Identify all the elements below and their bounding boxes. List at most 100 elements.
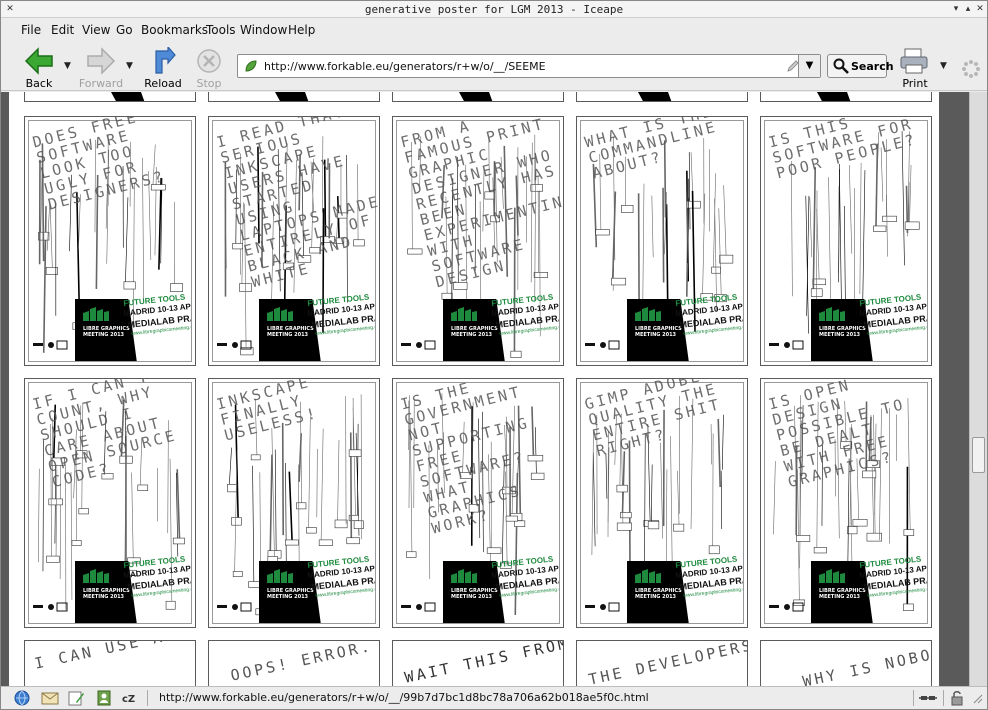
lgm-green-logo-icon <box>267 569 293 583</box>
poster-box <box>318 539 333 546</box>
poster-box <box>620 512 632 519</box>
poster-box <box>847 526 858 535</box>
poster-box <box>353 520 364 529</box>
poster-line <box>805 195 809 334</box>
poster-thumb-cut-top[interactable] <box>208 92 380 102</box>
poster-box <box>172 537 185 545</box>
poster-box <box>647 520 660 530</box>
poster-gallery: LIBRE GRAPHICS MEETING 2013 FUTURE TOOLS M… <box>9 92 939 686</box>
back-arrow-icon <box>24 47 53 75</box>
menu-view[interactable]: View <box>82 23 110 37</box>
poster-thumb[interactable]: LIBRE GRAPHICS MEETING 2013 FUTURE TOOLS M… <box>208 378 380 628</box>
stop-button[interactable]: Stop <box>185 47 233 90</box>
irc-chat-icon[interactable]: cZ <box>121 690 139 706</box>
mail-icon[interactable] <box>41 690 59 706</box>
poster-box <box>231 517 242 526</box>
poster-thumb[interactable]: LIBRE GRAPHICS MEETING 2013 FUTURE TOOLS M… <box>392 116 564 366</box>
poster-box <box>232 571 243 577</box>
back-button[interactable]: Back <box>15 47 63 90</box>
poster-thumb-cut-top[interactable] <box>24 92 196 102</box>
poster-line <box>234 449 238 576</box>
menu-tools[interactable]: Tools <box>206 23 236 37</box>
poster-line <box>809 197 813 258</box>
search-button[interactable]: Search <box>827 54 894 78</box>
menu-file[interactable]: File <box>21 23 41 37</box>
poster-thumb[interactable]: LIBRE GRAPHICS MEETING 2013 FUTURE TOOLS M… <box>760 116 932 366</box>
back-history-dropdown-icon[interactable]: ▼ <box>64 61 74 71</box>
poster-thumb-cut-top[interactable] <box>392 92 564 102</box>
poster-thumb[interactable]: LIBRE GRAPHICS MEETING 2013 FUTURE TOOLS M… <box>392 378 564 628</box>
poster-thumb[interactable]: LIBRE GRAPHICS MEETING 2013 FUTURE TOOLS M… <box>760 378 932 628</box>
poster-box <box>334 519 348 529</box>
poster-line <box>288 471 293 544</box>
poster-box <box>673 523 685 532</box>
minimize-icon[interactable]: ▾ <box>951 4 961 14</box>
poster-thumb-cut-top[interactable] <box>760 92 932 102</box>
poster-line <box>349 432 353 542</box>
poster-box <box>285 539 299 546</box>
maximize-icon[interactable]: ▴ <box>963 4 973 14</box>
poster-thumb-cut-top[interactable] <box>576 92 748 102</box>
poster-thumb[interactable]: LIBRE GRAPHICS MEETING 2013 FUTURE TOOLS M… <box>576 116 748 366</box>
poster-slogan: OOPS! ERROR. <box>229 640 374 685</box>
close-icon[interactable]: ✕ <box>975 4 985 14</box>
reload-button[interactable]: Reload <box>139 47 187 90</box>
poster-line <box>720 470 723 530</box>
resize-grip-icon[interactable] <box>969 690 983 706</box>
forward-history-dropdown-icon[interactable]: ▼ <box>126 61 136 71</box>
poster-thumb[interactable]: LIBRE GRAPHICS MEETING 2013 FUTURE TOOLS M… <box>24 378 196 628</box>
forward-button[interactable]: Forward <box>77 47 125 90</box>
lgm-green-logo-icon <box>267 307 293 321</box>
poster-line <box>42 206 47 353</box>
poster-slogan: THE DEVELOPERS <box>587 640 748 686</box>
poster-line <box>228 447 232 489</box>
menu-help[interactable]: Help <box>288 23 315 37</box>
url-history-dropdown-icon[interactable]: ▼ <box>798 55 820 77</box>
security-lock-icon[interactable] <box>949 690 967 706</box>
menu-bookmarks[interactable]: Bookmarks <box>141 23 208 37</box>
address-book-icon[interactable] <box>95 690 113 706</box>
vertical-scrollbar[interactable] <box>969 92 987 686</box>
poster-line <box>605 453 608 499</box>
url-input[interactable] <box>264 58 784 74</box>
poster-thumb-cut-bottom[interactable]: WAIT THIS FROM <box>392 640 564 686</box>
scrollbar-thumb[interactable] <box>972 437 985 473</box>
online-connection-icon[interactable] <box>919 690 937 706</box>
menu-window[interactable]: Window <box>240 23 287 37</box>
poster-thumb[interactable]: LIBRE GRAPHICS MEETING 2013 FUTURE TOOLS M… <box>576 378 748 628</box>
poster-box <box>514 520 526 527</box>
poster-line <box>909 164 912 231</box>
poster-thumb-cut-bottom[interactable]: OOPS! ERROR. <box>208 640 380 686</box>
poster-slogan: WAIT THIS FROM <box>403 640 564 686</box>
composer-icon[interactable] <box>67 690 85 706</box>
poster-box <box>248 581 261 588</box>
menu-go[interactable]: Go <box>116 23 133 37</box>
poster-thumb[interactable]: LIBRE GRAPHICS MEETING 2013 FUTURE TOOLS M… <box>208 116 380 366</box>
poster-line <box>718 208 722 299</box>
poster-box <box>873 225 887 232</box>
poster-box <box>796 535 811 542</box>
print-dropdown-icon[interactable]: ▼ <box>940 61 950 71</box>
poster-thumb-cut-bottom[interactable]: WHY IS NOBODY <box>760 640 932 686</box>
poster-thumb-cut-bottom[interactable]: I CAN USE A <box>24 640 196 686</box>
url-bar[interactable]: ▼ <box>237 54 821 78</box>
poster-thumb-cut-bottom[interactable]: THE DEVELOPERS <box>576 640 748 686</box>
poster-line <box>271 427 275 561</box>
lgm-green-logo-icon <box>83 307 109 321</box>
poster-line <box>131 472 134 562</box>
poster-slogan: I CAN USE A <box>33 640 167 673</box>
menu-edit[interactable]: Edit <box>51 23 74 37</box>
poster-line <box>285 462 287 573</box>
poster-box <box>904 221 920 230</box>
poster-box <box>123 281 136 290</box>
poster-box <box>510 350 522 358</box>
poster-box <box>719 254 734 264</box>
print-button[interactable]: Print <box>891 47 939 90</box>
poster-box <box>616 484 628 493</box>
poster-thumb[interactable]: LIBRE GRAPHICS MEETING 2013 FUTURE TOOLS M… <box>24 116 196 366</box>
poster-box <box>227 484 238 493</box>
poster-line <box>651 195 654 258</box>
poster-box <box>407 248 423 255</box>
poster-box <box>852 519 868 527</box>
navigator-globe-icon[interactable] <box>13 690 31 706</box>
